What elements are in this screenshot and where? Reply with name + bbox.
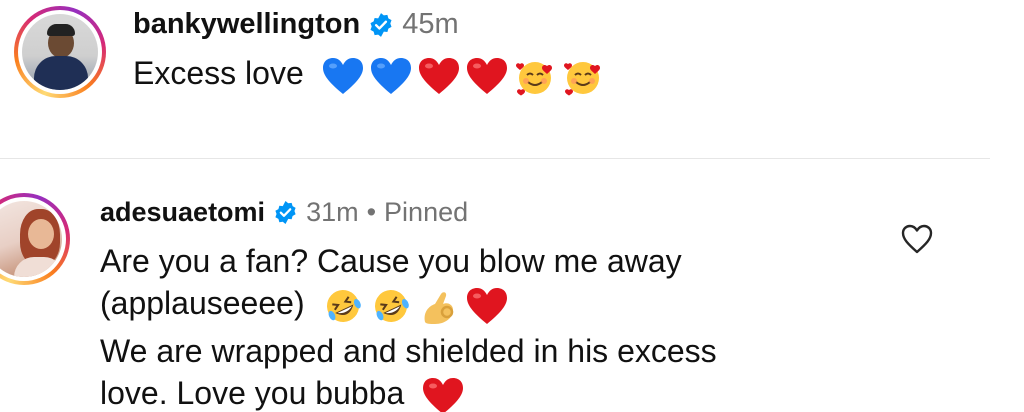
comment-item: bankywellington 45m Excess love (0, 0, 1024, 158)
emoji-group (321, 56, 605, 96)
red-heart-emoji (418, 57, 459, 94)
red-heart-emoji (466, 57, 507, 94)
avatar (22, 14, 98, 90)
comment-timestamp: 31m (306, 197, 359, 227)
red-heart-emoji (423, 377, 464, 412)
ok-hand-emoji (425, 291, 454, 324)
blue-heart-emoji (322, 57, 363, 94)
rolling-laughing-emoji (327, 289, 362, 322)
emoji-group (321, 286, 509, 326)
avatar-story-ring[interactable] (0, 193, 70, 285)
comment-text: We are wrapped and shielded in his exces… (100, 330, 717, 412)
smiling-face-with-hearts-emoji (563, 61, 600, 96)
username-link[interactable]: adesuaetomi (100, 197, 265, 228)
verified-badge-icon (275, 201, 296, 224)
meta-separator: • (366, 197, 377, 227)
emoji-group (421, 376, 465, 412)
avatar (0, 201, 62, 277)
comment-text: Excess love (133, 52, 605, 96)
blue-heart-emoji (370, 57, 411, 94)
rolling-laughing-emoji (375, 289, 410, 322)
comment-divider (0, 158, 990, 159)
comment-header: adesuaetomi 31m • Pinned (100, 197, 468, 228)
like-heart-icon[interactable] (900, 223, 934, 255)
avatar-story-ring[interactable] (14, 6, 106, 98)
username-link[interactable]: bankywellington (133, 8, 360, 41)
smiling-face-with-hearts-emoji (515, 61, 552, 96)
comment-header: bankywellington 45m (133, 8, 459, 41)
comment-timestamp: 45m (402, 8, 459, 40)
red-heart-emoji (467, 287, 508, 324)
verified-badge-icon (370, 12, 392, 37)
pinned-label: Pinned (384, 197, 469, 227)
comment-text: Are you a fan? Cause you blow me away (a… (100, 240, 682, 326)
